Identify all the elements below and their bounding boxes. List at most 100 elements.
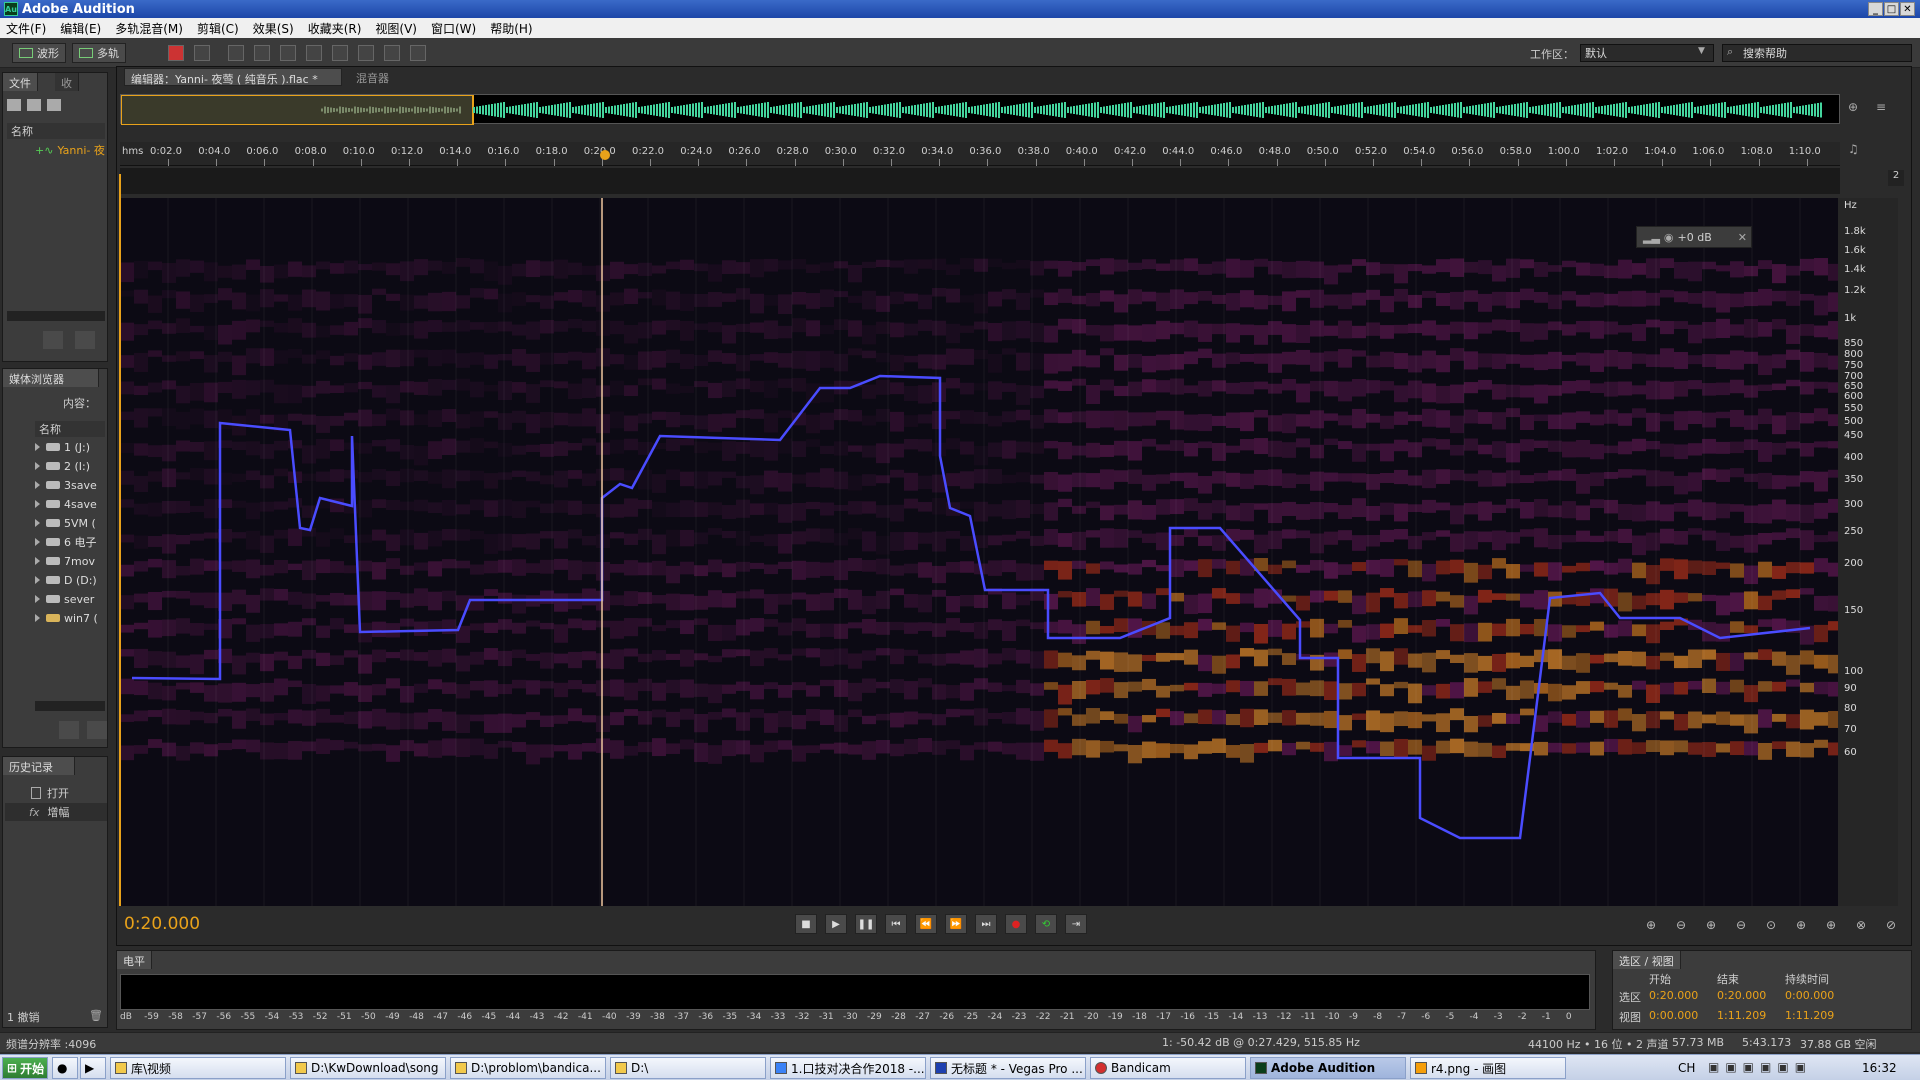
view-duration[interactable]: 1:11.209: [1785, 1009, 1834, 1022]
tab-history[interactable]: 历史记录: [3, 757, 75, 775]
time-ruler[interactable]: hms 0:02.0 0:04.0 0:06.0 0:08.0 0:10.0 0:12.0…: [120, 142, 1840, 166]
task-bandicam[interactable]: Bandicam: [1090, 1057, 1246, 1079]
gain-hud[interactable]: ▂▃ ◉ +0 dB ✕: [1636, 226, 1752, 248]
language-indicator[interactable]: CH: [1678, 1061, 1695, 1075]
knob-icon[interactable]: ◉: [1664, 231, 1674, 244]
menu-effects[interactable]: 效果(S): [253, 20, 294, 37]
volume-icon[interactable]: [75, 331, 95, 349]
task-videos-library[interactable]: 库\视频: [110, 1057, 286, 1079]
time-selection-tool-icon[interactable]: [306, 44, 322, 61]
tab-media-browser[interactable]: 媒体浏览器: [3, 369, 99, 387]
zoom-in-amplitude-icon[interactable]: ⊕: [1640, 916, 1662, 934]
list-item[interactable]: 1 (J:): [35, 439, 90, 455]
gain-value[interactable]: +0 dB: [1678, 231, 1712, 244]
list-item[interactable]: 6 电子: [35, 534, 97, 550]
selection-start[interactable]: 0:20.000: [1649, 989, 1698, 1002]
task-vegas[interactable]: 无标题 * - Vegas Pro ...: [930, 1057, 1086, 1079]
task-problom[interactable]: D:\problom\bandica...: [450, 1057, 606, 1079]
marquee-tool-icon[interactable]: [332, 44, 348, 61]
import-icon[interactable]: [27, 99, 41, 111]
task-koji[interactable]: 1.口技对决合作2018 -...: [770, 1057, 926, 1079]
razor-tool-icon[interactable]: [254, 44, 270, 61]
tab-selection-view[interactable]: 选区 / 视图: [1613, 951, 1681, 969]
play-button[interactable]: ▶: [825, 914, 847, 934]
overview-waveform[interactable]: [120, 94, 1840, 125]
headphone-icon[interactable]: ♫: [1848, 142, 1866, 162]
skip-button[interactable]: ⇥: [1065, 914, 1087, 934]
task-drive-d[interactable]: D:\: [610, 1057, 766, 1079]
history-item[interactable]: fx 增幅: [5, 803, 107, 821]
task-paint[interactable]: r4.png - 画图: [1410, 1057, 1566, 1079]
pin-icon[interactable]: ✕: [1738, 231, 1747, 244]
move-tool-icon[interactable]: [228, 44, 244, 61]
go-to-end-button[interactable]: ⏭: [975, 914, 997, 934]
spectral-pitch-display[interactable]: ▂▃ ◉ +0 dB ✕: [120, 198, 1838, 906]
go-to-start-button[interactable]: ⏮: [885, 914, 907, 934]
start-button[interactable]: ⊞ 开始: [2, 1057, 48, 1079]
menu-multitrack[interactable]: 多轨混音(M): [115, 20, 183, 37]
tab-files[interactable]: 文件: [3, 73, 38, 91]
menu-window[interactable]: 窗口(W): [431, 20, 476, 37]
spectral-frequency-icon[interactable]: [168, 44, 184, 61]
quicklaunch-media-icon[interactable]: ▶: [80, 1057, 106, 1079]
menu-favorites[interactable]: 收藏夹(R): [308, 20, 362, 37]
menu-clip[interactable]: 剪辑(C): [197, 20, 239, 37]
media-scrollbar[interactable]: [35, 701, 105, 711]
menu-file[interactable]: 文件(F): [6, 20, 46, 37]
rewind-button[interactable]: ⏪: [915, 914, 937, 934]
list-item[interactable]: 2 (I:): [35, 458, 90, 474]
tab-editor[interactable]: 编辑器：Yanni- 夜莺 ( 纯音乐 ).flac *: [124, 68, 342, 86]
history-item[interactable]: 打开: [31, 785, 69, 801]
lasso-tool-icon[interactable]: [358, 44, 374, 61]
panel-menu-icon[interactable]: ≡: [1876, 100, 1896, 118]
tab-favorites[interactable]: 收: [55, 73, 79, 91]
zoom-icon[interactable]: ⊕: [1848, 100, 1868, 118]
selection-end[interactable]: 0:20.000: [1717, 989, 1766, 1002]
fast-forward-button[interactable]: ⏩: [945, 914, 967, 934]
quicklaunch-browser-icon[interactable]: ●: [52, 1057, 78, 1079]
task-kwdownload[interactable]: D:\KwDownload\song: [290, 1057, 446, 1079]
trash-icon[interactable]: 🗑: [89, 1009, 103, 1022]
menu-edit[interactable]: 编辑(E): [60, 20, 101, 37]
loop-icon[interactable]: [59, 721, 79, 739]
pause-button[interactable]: ❚❚: [855, 914, 877, 934]
tray-icons[interactable]: ▣▣▣▣▣▣: [1708, 1060, 1812, 1074]
record-button[interactable]: ●: [1005, 914, 1027, 934]
list-item[interactable]: D (D:): [35, 572, 97, 588]
zoom-in-time-icon[interactable]: ⊕: [1700, 916, 1722, 934]
stop-button[interactable]: ■: [795, 914, 817, 934]
list-item[interactable]: sever: [35, 591, 94, 607]
zoom-out-time-icon[interactable]: ⊖: [1730, 916, 1752, 934]
brush-tool-icon[interactable]: [384, 44, 400, 61]
minimize-button[interactable]: _: [1868, 2, 1883, 16]
zoom-full-icon[interactable]: ⊙: [1760, 916, 1782, 934]
list-item[interactable]: 5VM (: [35, 515, 96, 531]
zoom-out-amplitude-icon[interactable]: ⊖: [1670, 916, 1692, 934]
selection-duration[interactable]: 0:00.000: [1785, 989, 1834, 1002]
new-file-icon[interactable]: [47, 99, 61, 111]
tab-mixer[interactable]: 混音器: [350, 68, 395, 86]
file-list-item[interactable]: +∿ Yanni- 夜: [7, 141, 105, 159]
current-time-display[interactable]: 0:20.000: [124, 914, 200, 934]
task-audition[interactable]: Adobe Audition: [1250, 1057, 1406, 1079]
maximize-button[interactable]: □: [1884, 2, 1899, 16]
zoom-selection-icon[interactable]: ⊗: [1850, 916, 1872, 934]
loop-icon[interactable]: [43, 331, 63, 349]
workspace-select[interactable]: 默认: [1580, 44, 1714, 62]
multitrack-view-button[interactable]: 多轨: [72, 42, 126, 63]
list-item[interactable]: 3save: [35, 477, 97, 493]
zoom-reset-icon[interactable]: ⊘: [1880, 916, 1902, 934]
menu-view[interactable]: 视图(V): [375, 20, 417, 37]
list-item[interactable]: win7 (: [35, 610, 98, 626]
menu-help[interactable]: 帮助(H): [490, 20, 532, 37]
view-start[interactable]: 0:00.000: [1649, 1009, 1698, 1022]
tab-levels[interactable]: 电平: [117, 951, 152, 969]
list-item[interactable]: 7mov: [35, 553, 95, 569]
zoom-in-left-icon[interactable]: ⊕: [1790, 916, 1812, 934]
files-scrollbar[interactable]: [7, 311, 105, 321]
view-end[interactable]: 1:11.209: [1717, 1009, 1766, 1022]
zoom-in-right-icon[interactable]: ⊕: [1820, 916, 1842, 934]
loop-button[interactable]: ⟲: [1035, 914, 1057, 934]
list-item[interactable]: 4save: [35, 496, 97, 512]
playhead-handle[interactable]: [600, 150, 610, 160]
